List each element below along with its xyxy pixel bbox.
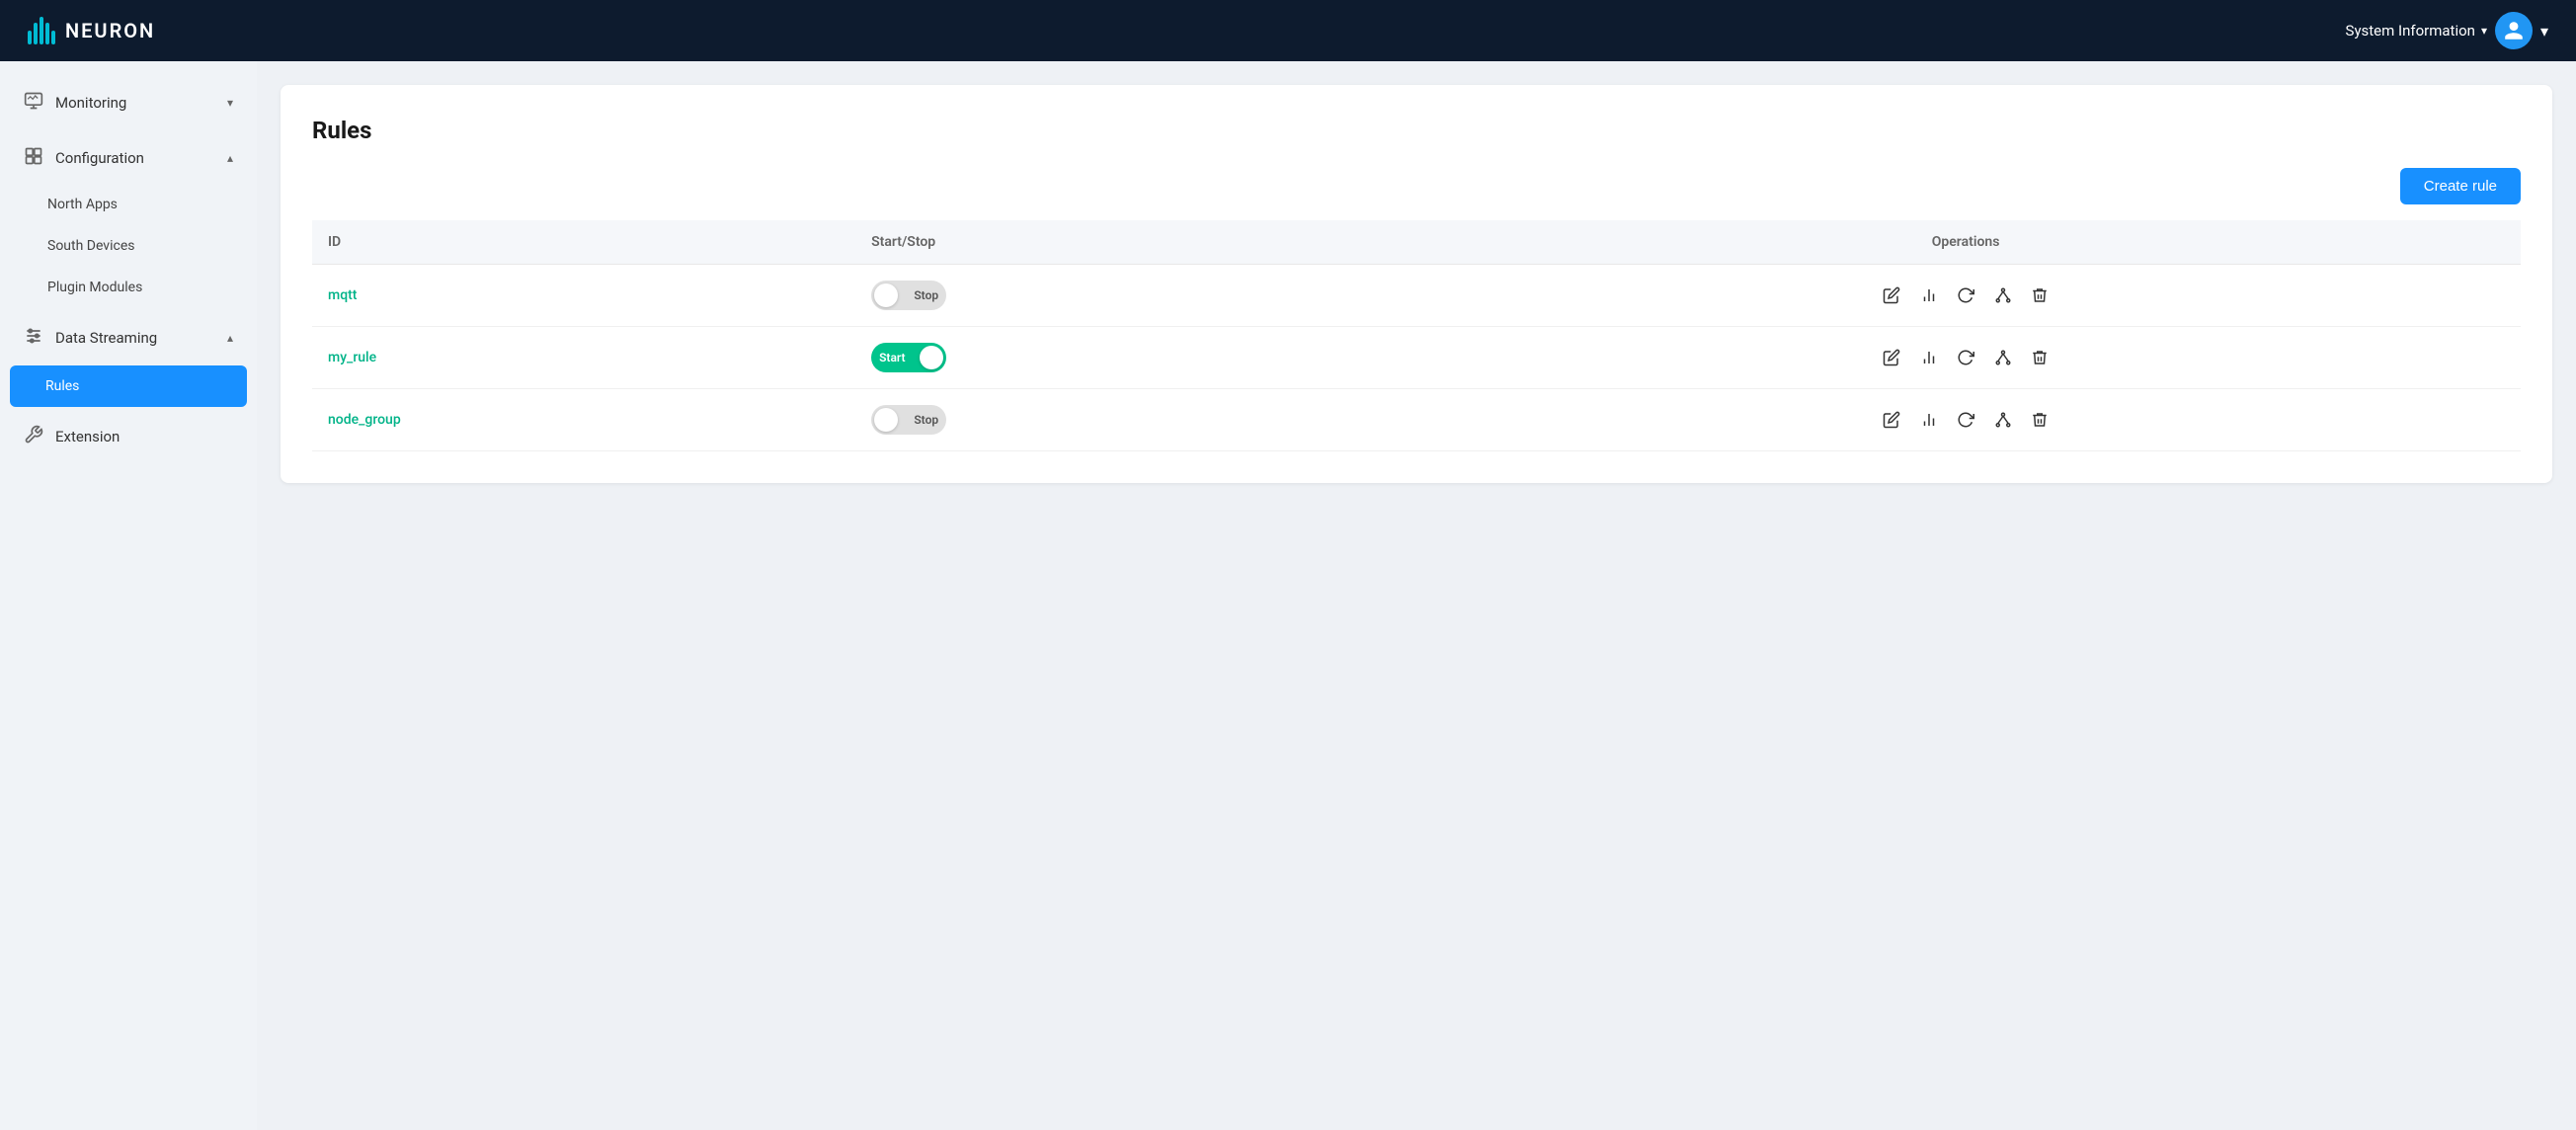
- delete-button-node-group[interactable]: [2023, 407, 2056, 433]
- sidebar-item-north-apps[interactable]: North Apps: [0, 184, 257, 225]
- rules-card: Rules Create rule ID Start/Stop Operatio…: [281, 85, 2552, 483]
- user-chevron[interactable]: ▾: [2540, 22, 2548, 40]
- sidebar-group-monitoring: Monitoring ▾: [0, 77, 257, 128]
- system-info-label: System Information: [2346, 22, 2475, 40]
- rule-id-my-rule: my_rule: [312, 327, 855, 389]
- operations-cell-node-group: [1410, 389, 2521, 451]
- user-icon: [2503, 20, 2525, 41]
- rules-table: ID Start/Stop Operations mqtt: [312, 220, 2521, 451]
- toggle-node-group[interactable]: Stop: [871, 405, 946, 435]
- table-row: mqtt Stop: [312, 265, 2521, 327]
- operations-cell-my-rule: [1410, 327, 2521, 389]
- sidebar-item-configuration[interactable]: Configuration ▴: [0, 132, 257, 184]
- toggle-knob-my-rule: [920, 346, 943, 369]
- delete-button-my-rule[interactable]: [2023, 345, 2056, 370]
- table-header-row: ID Start/Stop Operations: [312, 220, 2521, 265]
- logo-text: NEURON: [65, 19, 155, 42]
- topology-button-node-group[interactable]: [1986, 407, 2020, 433]
- table-body: mqtt Stop: [312, 265, 2521, 451]
- toggle-mqtt[interactable]: Stop: [871, 281, 946, 310]
- toggle-knob-mqtt: [874, 283, 898, 307]
- main-layout: Monitoring ▾ Configuration ▴: [0, 61, 2576, 1130]
- data-streaming-label: Data Streaming: [55, 329, 157, 347]
- page-title: Rules: [312, 117, 2521, 144]
- header-right: System Information ▾ ▾: [2346, 12, 2548, 49]
- system-info-chevron: ▾: [2481, 24, 2487, 38]
- plugin-modules-label: Plugin Modules: [47, 280, 142, 295]
- stats-button-node-group[interactable]: [1912, 407, 1946, 433]
- monitoring-icon: [24, 91, 43, 115]
- sidebar-group-configuration: Configuration ▴ North Apps South Devices…: [0, 132, 257, 308]
- sidebar: Monitoring ▾ Configuration ▴: [0, 61, 257, 1130]
- rule-id-mqtt: mqtt: [312, 265, 855, 327]
- monitoring-label: Monitoring: [55, 94, 126, 112]
- topology-button-my-rule[interactable]: [1986, 345, 2020, 370]
- create-rule-row: Create rule: [312, 168, 2521, 204]
- stats-button-mqtt[interactable]: [1912, 282, 1946, 308]
- configuration-label: Configuration: [55, 149, 144, 167]
- main-content: Rules Create rule ID Start/Stop Operatio…: [257, 61, 2576, 1130]
- stats-button-my-rule[interactable]: [1912, 345, 1946, 370]
- create-rule-button[interactable]: Create rule: [2400, 168, 2521, 204]
- data-streaming-icon: [24, 326, 43, 350]
- rule-link-node-group[interactable]: node_group: [328, 412, 401, 428]
- table-header: ID Start/Stop Operations: [312, 220, 2521, 265]
- toggle-knob-node-group: [874, 408, 898, 432]
- rules-label: Rules: [45, 378, 79, 394]
- table-row: node_group Stop: [312, 389, 2521, 451]
- toggle-cell-my-rule: Start: [855, 327, 1410, 389]
- edit-button-node-group[interactable]: [1875, 407, 1908, 433]
- sidebar-item-extension[interactable]: Extension: [0, 411, 257, 462]
- sidebar-item-south-devices[interactable]: South Devices: [0, 225, 257, 267]
- configuration-icon: [24, 146, 43, 170]
- rule-link-mqtt[interactable]: mqtt: [328, 287, 357, 303]
- user-avatar[interactable]: [2495, 12, 2533, 49]
- configuration-chevron: ▴: [227, 151, 233, 165]
- col-header-operations: Operations: [1410, 220, 2521, 265]
- topology-button-mqtt[interactable]: [1986, 282, 2020, 308]
- toggle-cell-mqtt: Stop: [855, 265, 1410, 327]
- operations-cell-mqtt: [1410, 265, 2521, 327]
- system-info-button[interactable]: System Information ▾: [2346, 22, 2487, 40]
- north-apps-label: North Apps: [47, 197, 118, 212]
- logo-area: NEURON: [28, 17, 155, 44]
- toggle-label-node-group: Stop: [914, 413, 938, 427]
- sidebar-group-data-streaming: Data Streaming ▴ Rules: [0, 312, 257, 407]
- sidebar-item-monitoring[interactable]: Monitoring ▾: [0, 77, 257, 128]
- delete-button-mqtt[interactable]: [2023, 282, 2056, 308]
- rule-link-my-rule[interactable]: my_rule: [328, 350, 376, 365]
- south-devices-label: South Devices: [47, 238, 134, 254]
- table-row: my_rule Start: [312, 327, 2521, 389]
- col-header-startstop: Start/Stop: [855, 220, 1410, 265]
- sidebar-item-plugin-modules[interactable]: Plugin Modules: [0, 267, 257, 308]
- extension-icon: [24, 425, 43, 448]
- rule-id-node-group: node_group: [312, 389, 855, 451]
- toggle-cell-node-group: Stop: [855, 389, 1410, 451]
- toggle-label-my-rule: Start: [879, 351, 905, 364]
- sidebar-group-extension: Extension: [0, 411, 257, 462]
- refresh-button-my-rule[interactable]: [1949, 345, 1982, 370]
- col-header-id: ID: [312, 220, 855, 265]
- monitoring-chevron: ▾: [227, 96, 233, 110]
- logo-icon: [28, 17, 55, 44]
- extension-label: Extension: [55, 428, 120, 445]
- edit-button-my-rule[interactable]: [1875, 345, 1908, 370]
- toggle-my-rule[interactable]: Start: [871, 343, 946, 372]
- sidebar-item-data-streaming[interactable]: Data Streaming ▴: [0, 312, 257, 363]
- data-streaming-chevron: ▴: [227, 331, 233, 345]
- edit-button-mqtt[interactable]: [1875, 282, 1908, 308]
- refresh-button-node-group[interactable]: [1949, 407, 1982, 433]
- toggle-label-mqtt: Stop: [914, 288, 938, 302]
- app-header: NEURON System Information ▾ ▾: [0, 0, 2576, 61]
- sidebar-item-rules[interactable]: Rules: [10, 365, 247, 407]
- refresh-button-mqtt[interactable]: [1949, 282, 1982, 308]
